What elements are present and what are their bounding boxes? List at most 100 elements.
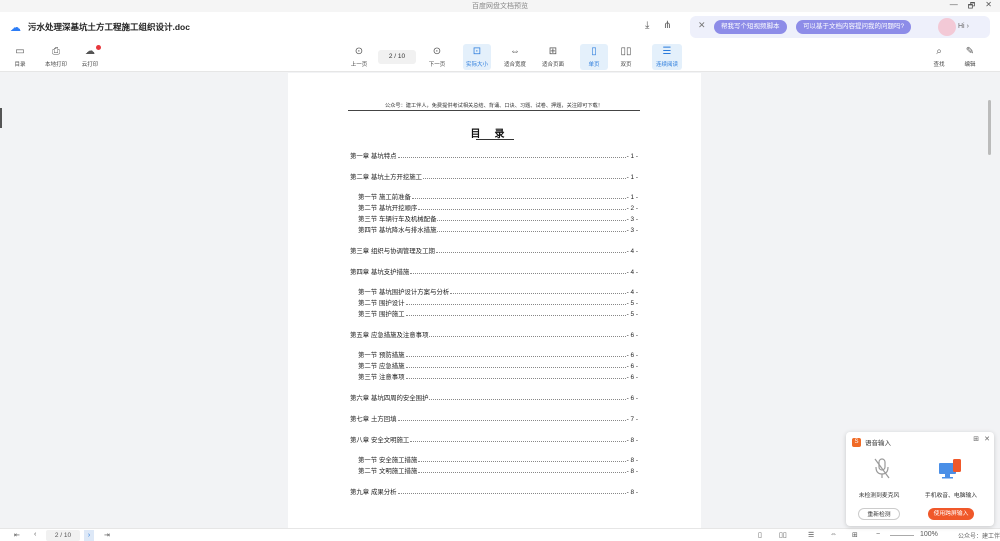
share-icon[interactable]: ⋔ <box>663 20 671 31</box>
toc-leader-dots <box>405 311 626 316</box>
toc-entry[interactable]: 第二节 应急措施 - 6 - <box>358 361 638 370</box>
toc-entry-title: 第二节 应急措施 <box>358 363 405 370</box>
toc-entry[interactable]: 第一节 施工前准备 - 1 - <box>358 192 638 201</box>
prev-page-icon[interactable]: ‹ <box>34 531 36 538</box>
use-phone-input-button[interactable]: 使用跨屏输入 <box>928 508 974 520</box>
toc-entry[interactable]: 第一节 预防措施 - 6 - <box>358 350 638 359</box>
toc-entry[interactable]: 第六章 基坑四周的安全围护 - 6 - <box>350 393 638 402</box>
toc-leader-dots <box>435 248 626 253</box>
toc-entry[interactable]: 第五章 应急措施及注意事项 - 6 - <box>350 330 638 339</box>
continuous-reading-button[interactable]: ☰ 连续阅读 <box>652 44 682 70</box>
close-icon[interactable]: ✕ <box>698 20 706 31</box>
first-page-icon[interactable]: ⇤ <box>14 531 20 539</box>
toc-entry[interactable]: 第九章 成果分析 - 8 - <box>350 487 638 496</box>
toc-entry[interactable]: 第一章 基坑特点 - 1 - <box>350 151 638 160</box>
voice-input-panel: S 语音输入 ⊞ ✕ 未检测到麦克风 手机收音、电脑输入 重新检测 使用跨屏输入 <box>846 432 994 526</box>
toc-entry[interactable]: 第四章 基坑支护措施 - 4 - <box>350 267 638 276</box>
toc-leader-dots <box>405 374 626 379</box>
no-mic-message: 未检测到麦克风 <box>858 493 900 499</box>
toc-entry[interactable]: 第二节 基坑开挖顺序 - 2 - <box>358 203 638 212</box>
ai-greeting[interactable]: Hi › <box>958 23 969 30</box>
fit-width-icon[interactable]: ⇔ <box>830 531 837 538</box>
local-print-button[interactable]: ⎙ 本地打印 <box>42 44 70 70</box>
prev-page-button[interactable]: ⊙ 上一页 <box>345 44 373 70</box>
document-page: 公众号：建工伴人，免费提供考试相关总结、背诵、口诀、习题、试卷、押题，关注即可下… <box>288 73 701 528</box>
toc-leader-dots <box>423 174 626 179</box>
search-icon: ⌕ <box>936 46 942 57</box>
voice-panel-header: S 语音输入 <box>852 437 891 447</box>
toc-entry-page: - 8 - <box>626 489 638 496</box>
close-icon[interactable]: ✕ <box>984 435 990 443</box>
single-page-button[interactable]: ▯ 单页 <box>580 44 608 70</box>
toc-entry[interactable]: 第三章 组织与协调管理及工期 - 4 - <box>350 246 638 255</box>
toc-entry[interactable]: 第三节 车辆行车及机械配备 - 3 - <box>358 214 638 223</box>
toc-entry[interactable]: 第七章 土方回填 - 7 - <box>350 414 638 423</box>
notification-dot <box>96 45 101 50</box>
toc-leader-dots <box>418 205 626 210</box>
double-page-button[interactable]: ▯▯ 双页 <box>612 44 640 70</box>
double-page-icon: ▯▯ <box>620 46 632 57</box>
toc-entry[interactable]: 第一节 安全施工措施 - 8 - <box>358 455 638 464</box>
single-view-icon[interactable]: ▯ <box>758 531 762 539</box>
toc-entry[interactable]: 第二节 文明施工措施 - 8 - <box>358 466 638 475</box>
toc-entry-title: 第一节 基坑围护设计方案与分析 <box>358 289 450 296</box>
toolbar: ▭ 目录 ⎙ 本地打印 ☁ 云打印 ⊙ 上一页 2 / 10 ⊙ 下一页 ⊡ 实… <box>0 42 1000 72</box>
toc-leader-dots <box>418 468 626 473</box>
next-page-icon[interactable]: › <box>84 530 94 541</box>
ai-suggestion-chip[interactable]: 可以基于文档内容提问我的问题吗? <box>796 20 912 34</box>
ai-avatar[interactable] <box>938 18 956 36</box>
toc-entry[interactable]: 第四节 基坑降水与排水措施 - 3 - <box>358 225 638 234</box>
edit-button[interactable]: ✎ 编辑 <box>956 44 984 70</box>
toc-button[interactable]: ▭ 目录 <box>6 44 34 70</box>
status-page-indicator[interactable]: 2 / 10 <box>46 530 80 541</box>
toc-title: 目录 <box>470 129 519 140</box>
fit-page-icon[interactable]: ⊞ <box>852 531 858 539</box>
toc-entry-page: - 6 - <box>626 332 638 339</box>
toc-entry[interactable]: 第一节 基坑围护设计方案与分析 - 4 - <box>358 287 638 296</box>
fit-page-button[interactable]: ⊞ 适合页面 <box>539 44 567 70</box>
page-indicator[interactable]: 2 / 10 <box>378 50 416 64</box>
voice-logo-icon: S <box>852 437 861 447</box>
toc-entry-title: 第一节 安全施工措施 <box>358 457 418 464</box>
toc-entry-page: - 3 - <box>626 216 638 223</box>
last-page-icon[interactable]: ⇥ <box>104 531 110 539</box>
toc-entry-page: - 6 - <box>626 374 638 381</box>
toc-leader-dots <box>437 227 626 232</box>
toc-entry[interactable]: 第二节 围护设计 - 5 - <box>358 298 638 307</box>
toc-entry[interactable]: 第八章 安全文明施工 - 8 - <box>350 435 638 444</box>
window-titlebar: 百度网盘文档预览 — 🗗 ✕ <box>0 0 1000 12</box>
printer-icon: ⎙ <box>52 46 60 57</box>
toc-entry-title: 第二章 基坑土方开挖施工 <box>350 174 423 181</box>
scroll-view-icon[interactable]: ☰ <box>808 531 814 539</box>
zoom-out-icon[interactable]: − <box>876 531 880 538</box>
download-icon[interactable]: ⤓ <box>645 20 649 31</box>
zoom-level[interactable]: 100% <box>920 531 938 538</box>
toc-leader-dots <box>429 395 626 400</box>
toc-leader-dots <box>410 437 626 442</box>
next-page-button[interactable]: ⊙ 下一页 <box>423 44 451 70</box>
recheck-button[interactable]: 重新检测 <box>858 508 900 520</box>
toc-entry[interactable]: 第三节 围护施工 - 5 - <box>358 309 638 318</box>
zoom-slider[interactable] <box>890 535 914 536</box>
actual-size-button[interactable]: ⊡ 实际大小 <box>463 44 491 70</box>
double-view-icon[interactable]: ▯▯ <box>779 531 787 539</box>
toc-leader-dots <box>411 194 626 199</box>
grid-icon[interactable]: ⊞ <box>973 435 979 443</box>
monitor-phone-icon <box>939 459 961 479</box>
scrollbar-thumb[interactable] <box>988 100 991 155</box>
fit-page-icon: ⊞ <box>548 46 558 57</box>
single-page-icon: ▯ <box>591 46 597 57</box>
actual-size-icon: ⊡ <box>472 46 482 57</box>
toc-entry[interactable]: 第二章 基坑土方开挖施工 - 1 - <box>350 172 638 181</box>
ai-suggestion-chip[interactable]: 帮我写个短视频脚本 <box>714 20 787 34</box>
toc-entry-page: - 8 - <box>626 457 638 464</box>
fit-width-button[interactable]: ⇔ 适合宽度 <box>501 44 529 70</box>
toc-entry[interactable]: 第三节 注意事项 - 6 - <box>358 372 638 381</box>
phone-input-message: 手机收音、电脑输入 <box>924 493 978 499</box>
search-button[interactable]: ⌕ 查找 <box>925 44 953 70</box>
toc-entry-page: - 8 - <box>626 468 638 475</box>
toc-entry-title: 第六章 基坑四周的安全围护 <box>350 395 429 402</box>
toc-leader-dots <box>437 216 626 221</box>
toc-leader-dots <box>405 363 626 368</box>
continuous-icon: ☰ <box>662 46 672 57</box>
